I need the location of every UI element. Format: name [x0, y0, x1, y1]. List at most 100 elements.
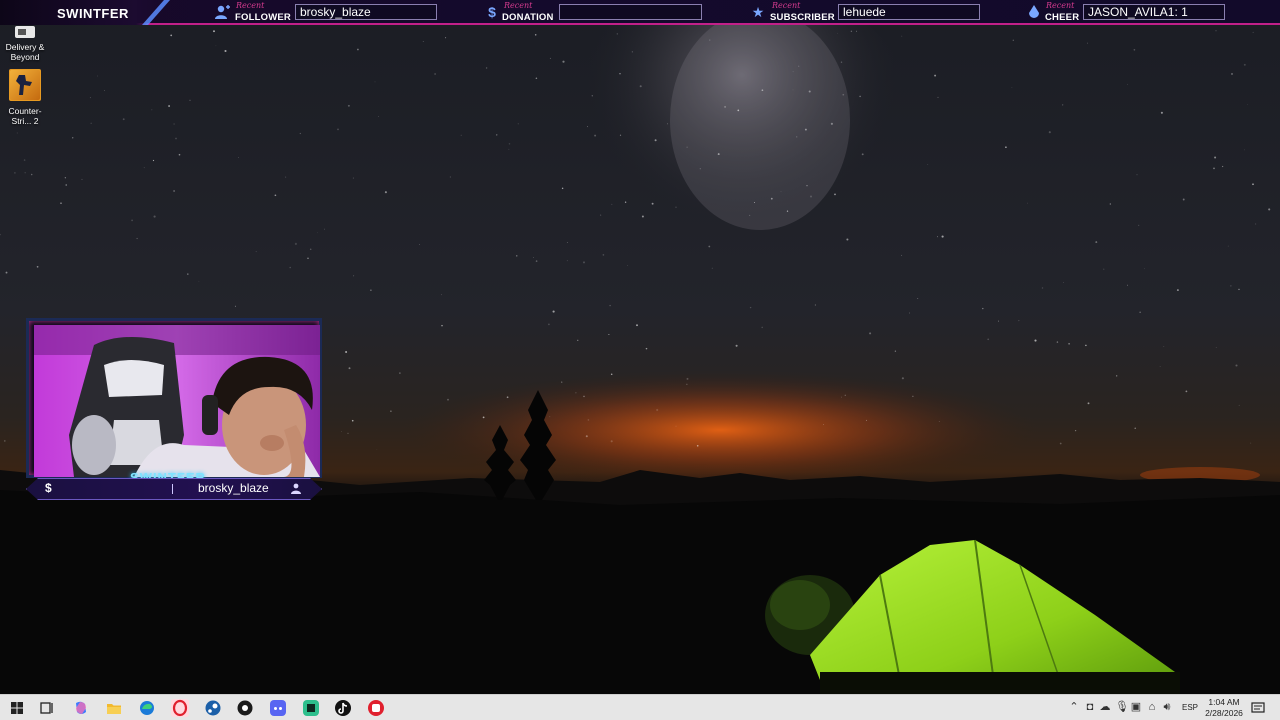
star: [255, 251, 257, 253]
chrome-dark-icon[interactable]: [236, 699, 254, 717]
steam-icon[interactable]: [204, 699, 222, 717]
star: [711, 267, 713, 269]
star: [485, 67, 488, 69]
star: [341, 431, 342, 433]
star: [1231, 73, 1233, 75]
star: [901, 377, 904, 380]
star: [64, 177, 66, 179]
star: [1244, 149, 1245, 151]
windows-start-icon[interactable]: [8, 699, 26, 717]
star: [1163, 345, 1165, 347]
star: [941, 235, 944, 238]
tray-app-icon[interactable]: ◘: [1084, 701, 1096, 713]
star: [749, 214, 751, 216]
info-bar-divider: [172, 484, 173, 494]
star: [347, 104, 350, 107]
star: [894, 350, 897, 352]
star: [1252, 31, 1254, 33]
star: [30, 173, 33, 176]
star: [299, 132, 301, 135]
star: [317, 232, 318, 234]
star: [356, 48, 359, 51]
file-explorer-icon[interactable]: [105, 699, 123, 717]
star: [1085, 344, 1087, 347]
discord-icon[interactable]: [269, 699, 287, 717]
star: [611, 203, 613, 205]
star: [1127, 83, 1128, 85]
star: [806, 185, 808, 187]
counter-strike-icon: [9, 69, 41, 101]
star: [1062, 104, 1064, 106]
star: [549, 57, 551, 59]
star: [724, 105, 727, 108]
star: [624, 201, 627, 203]
star: [645, 347, 648, 350]
star: [175, 137, 177, 140]
star: [1063, 281, 1064, 283]
star: [566, 242, 568, 244]
star: [844, 394, 846, 396]
tiktok-icon[interactable]: [334, 699, 352, 717]
star: [535, 77, 538, 80]
star: [761, 326, 763, 329]
star: [686, 383, 688, 385]
star: [97, 75, 99, 77]
star: [1138, 224, 1140, 226]
task-view-icon[interactable]: [38, 699, 56, 717]
copilot-icon[interactable]: [72, 699, 90, 717]
delivery-beyond-app-icon: [15, 26, 35, 38]
edge-icon[interactable]: [138, 699, 156, 717]
star: [912, 395, 914, 397]
webcam-info-bar: [26, 478, 322, 500]
star: [1056, 341, 1059, 343]
chevron-up-icon[interactable]: ⌃: [1068, 701, 1080, 713]
star: [434, 73, 436, 75]
star: [377, 115, 379, 117]
star: [1268, 208, 1271, 211]
desktop-icon-delivery-beyond[interactable]: Delivery & Beyond: [0, 26, 51, 62]
cloud-icon[interactable]: ☁: [1099, 701, 1111, 713]
star: [602, 254, 605, 256]
brand-slash-decoration: [142, 0, 170, 25]
star: [1018, 320, 1020, 322]
star: [508, 148, 510, 150]
app-red-icon[interactable]: [367, 699, 385, 717]
star: [861, 153, 864, 156]
notifications-icon[interactable]: [1251, 701, 1265, 715]
star: [60, 202, 62, 205]
recent-subscriber-alert: ★ Recent SUBSCRIBER lehuede: [750, 0, 982, 25]
dollar-icon: $: [45, 481, 52, 495]
star: [81, 178, 83, 180]
star: [842, 93, 845, 96]
alert-kind-label: FOLLOWER: [235, 12, 291, 23]
star: [534, 34, 537, 36]
follower-name-box: brosky_blaze: [295, 4, 437, 20]
star: [1176, 289, 1179, 292]
star: [1133, 48, 1136, 51]
microphone-icon[interactable]: 🎙︎: [1115, 701, 1129, 713]
obs-icon[interactable]: [302, 699, 320, 717]
star: [735, 344, 738, 347]
star: [1136, 174, 1138, 176]
display-icon[interactable]: ▣: [1130, 701, 1142, 713]
star: [798, 65, 800, 67]
star: [850, 30, 853, 32]
recent-follower-alert: Recent FOLLOWER brosky_blaze: [214, 0, 439, 25]
clock-time: 1:04 AM: [1208, 697, 1240, 707]
star: [445, 37, 447, 39]
star: [1059, 442, 1062, 445]
star: [65, 184, 67, 186]
webcam-frame: [26, 318, 322, 478]
opera-icon[interactable]: [171, 699, 189, 717]
recent-cheer-alert: Recent CHEER JASON_AVILA1: 1: [1026, 0, 1228, 25]
star: [170, 34, 173, 37]
star: [351, 419, 354, 422]
taskbar-clock[interactable]: 1:04 AM 2/28/2026: [1196, 697, 1252, 719]
desktop-icon-counter-strike-2[interactable]: Counter-Stri... 2: [0, 69, 51, 126]
star: [1048, 131, 1051, 134]
volume-icon[interactable]: 🔊︎: [1161, 701, 1173, 713]
user-plus-icon: [215, 5, 230, 19]
star: [131, 219, 134, 222]
network-icon[interactable]: ⌂: [1146, 701, 1158, 713]
star: [238, 157, 239, 159]
